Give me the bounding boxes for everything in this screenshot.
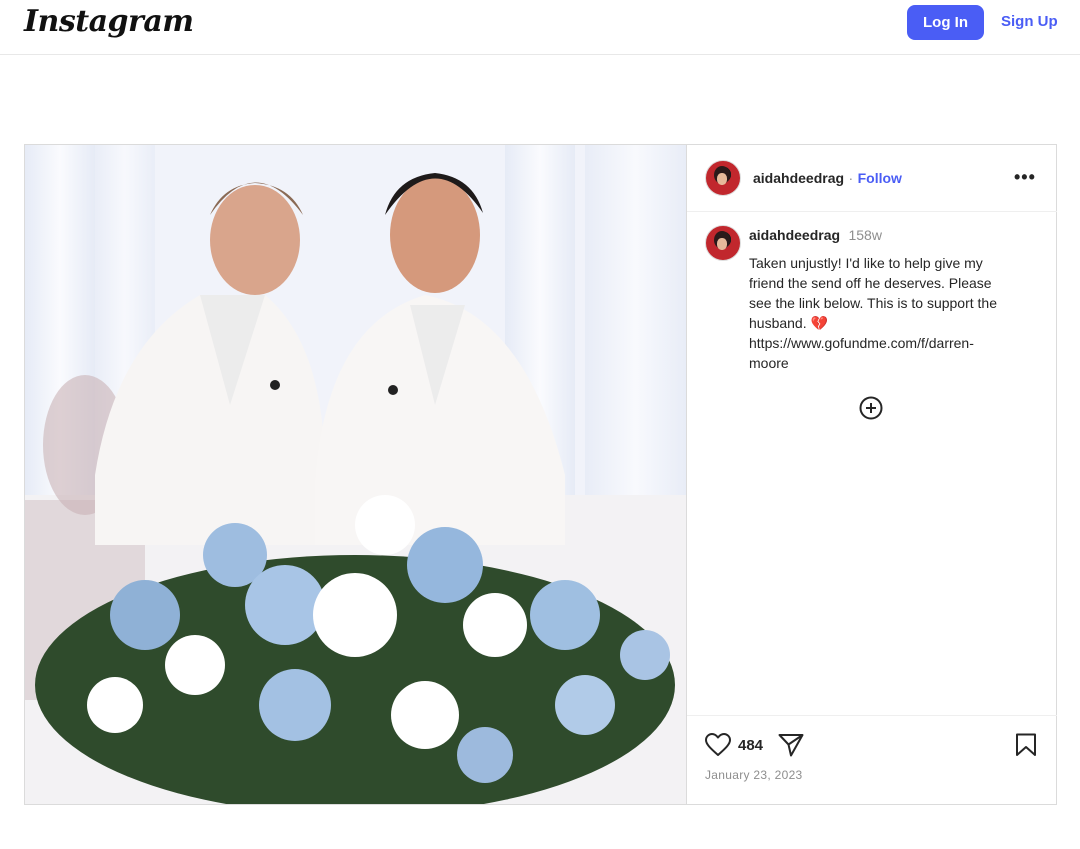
login-button[interactable]: Log In <box>907 5 984 40</box>
heart-icon[interactable] <box>705 733 731 757</box>
caption-line: husband. 💔 <box>749 315 828 331</box>
post-photo[interactable] <box>25 145 686 804</box>
follow-separator: · <box>848 170 854 186</box>
bookmark-icon[interactable] <box>1015 733 1037 757</box>
like-count[interactable]: 484 <box>738 737 763 754</box>
author-avatar[interactable] <box>705 160 741 196</box>
author-username[interactable]: aidahdeedrag <box>753 170 844 186</box>
caption-username[interactable]: aidahdeedrag <box>749 227 840 243</box>
wedding-photo-illustration <box>25 145 686 804</box>
post-side-panel: aidahdeedrag · Follow ••• aidahdeedrag 1… <box>686 145 1057 804</box>
top-nav-bar: Instagram Log In Sign Up <box>0 0 1080 55</box>
more-icon[interactable]: ••• <box>1014 167 1036 188</box>
follow-button[interactable]: Follow <box>858 170 902 186</box>
post-date[interactable]: January 23, 2023 <box>705 768 803 782</box>
caption-line: Taken unjustly! I'd like to help give my <box>749 255 983 271</box>
caption-line: see the link below. This is to support t… <box>749 295 997 311</box>
post-header: aidahdeedrag · Follow ••• <box>687 145 1057 212</box>
send-icon[interactable] <box>778 733 804 757</box>
caption-avatar[interactable] <box>705 225 741 261</box>
post-actions: 484 January 23, 2023 <box>687 715 1057 805</box>
signup-link[interactable]: Sign Up <box>1001 13 1058 30</box>
caption-link[interactable]: moore <box>749 353 1039 373</box>
post-card: aidahdeedrag · Follow ••• aidahdeedrag 1… <box>24 144 1057 805</box>
caption-text: Taken unjustly! I'd like to help give my… <box>749 253 1039 373</box>
instagram-logo[interactable]: Instagram <box>24 4 194 39</box>
caption-link[interactable]: https://www.gofundme.com/f/darren- <box>749 333 1039 353</box>
caption-line: friend the send off he deserves. Please <box>749 275 992 291</box>
plus-circle-icon[interactable] <box>859 396 883 420</box>
caption-age[interactable]: 158w <box>848 227 881 243</box>
